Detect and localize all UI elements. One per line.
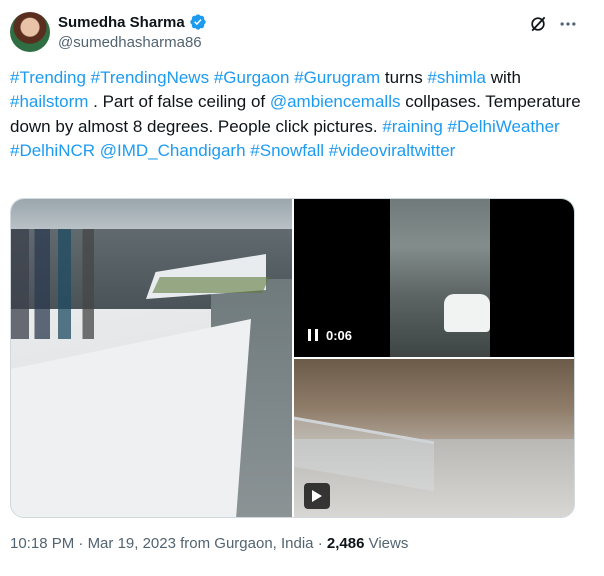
hashtag-link[interactable]: #raining — [382, 117, 443, 136]
tweet-meta: 10:18 PM · Mar 19, 2023 from Gurgaon, In… — [10, 535, 408, 552]
mall-video-thumbnail[interactable] — [294, 359, 574, 517]
author-display-name[interactable]: Sumedha Sharma — [58, 14, 185, 31]
hashtag-link[interactable]: #hailstorm — [10, 92, 88, 111]
tweet-date[interactable]: Mar 19, 2023 — [88, 535, 176, 552]
hashtag-link[interactable]: #TrendingNews — [91, 68, 209, 87]
hailstorm-photo[interactable] — [11, 199, 292, 517]
hashtag-link[interactable]: #Snowfall — [250, 141, 324, 160]
author-name-row[interactable]: Sumedha Sharma — [58, 12, 207, 32]
video-car — [444, 294, 490, 332]
mention-link[interactable]: @IMD_Chandigarh — [100, 141, 246, 160]
hashtag-link[interactable]: #Gurugram — [294, 68, 380, 87]
hail-covered-ground — [11, 319, 251, 517]
hashtag-link[interactable]: #DelhiWeather — [448, 117, 560, 136]
play-button[interactable] — [304, 483, 330, 509]
avatar[interactable] — [10, 12, 50, 52]
hashtag-link[interactable]: #Trending — [10, 68, 86, 87]
hashtag-link[interactable]: #DelhiNCR — [10, 141, 95, 160]
views-count: 2,486 — [326, 535, 365, 552]
grass-strip — [152, 277, 270, 293]
tweet-text-segment: turns — [380, 68, 428, 87]
tweet-location: from Gurgaon, India — [175, 535, 314, 552]
video-controls[interactable]: 0:06 — [308, 324, 352, 346]
hashtag-link[interactable]: #videoviraltwitter — [329, 141, 456, 160]
meta-separator: · — [74, 535, 88, 552]
video-player[interactable]: 0:06 — [294, 199, 574, 357]
views-label: Views — [364, 535, 409, 552]
hashtag-link[interactable]: #shimla — [427, 68, 486, 87]
sky — [11, 199, 292, 229]
tweet-text-segment: . Part of false ceiling of — [88, 92, 270, 112]
play-icon — [312, 490, 322, 502]
media-grid: 0:06 — [10, 198, 575, 518]
video-frame — [390, 199, 490, 357]
video-timestamp: 0:06 — [326, 327, 353, 343]
pause-icon[interactable] — [308, 329, 318, 341]
crowd — [11, 229, 141, 339]
hashtag-link[interactable]: #Gurgaon — [214, 68, 290, 87]
verified-badge-icon — [190, 14, 206, 30]
mention-link[interactable]: @ambiencemalls — [270, 92, 401, 111]
tweet-text-segment: with — [486, 68, 521, 87]
tweet-text: #Trending #TrendingNews #Gurgaon #Gurugr… — [10, 66, 590, 164]
meta-separator: · — [313, 535, 327, 552]
tweet-header: Sumedha Sharma @sumedhasharma86 — [0, 0, 604, 62]
author-handle[interactable]: @sumedhasharma86 — [58, 34, 202, 51]
tweet-time[interactable]: 10:18 PM — [10, 535, 74, 552]
more-options-icon[interactable] — [558, 14, 578, 34]
grok-icon[interactable] — [528, 14, 548, 34]
